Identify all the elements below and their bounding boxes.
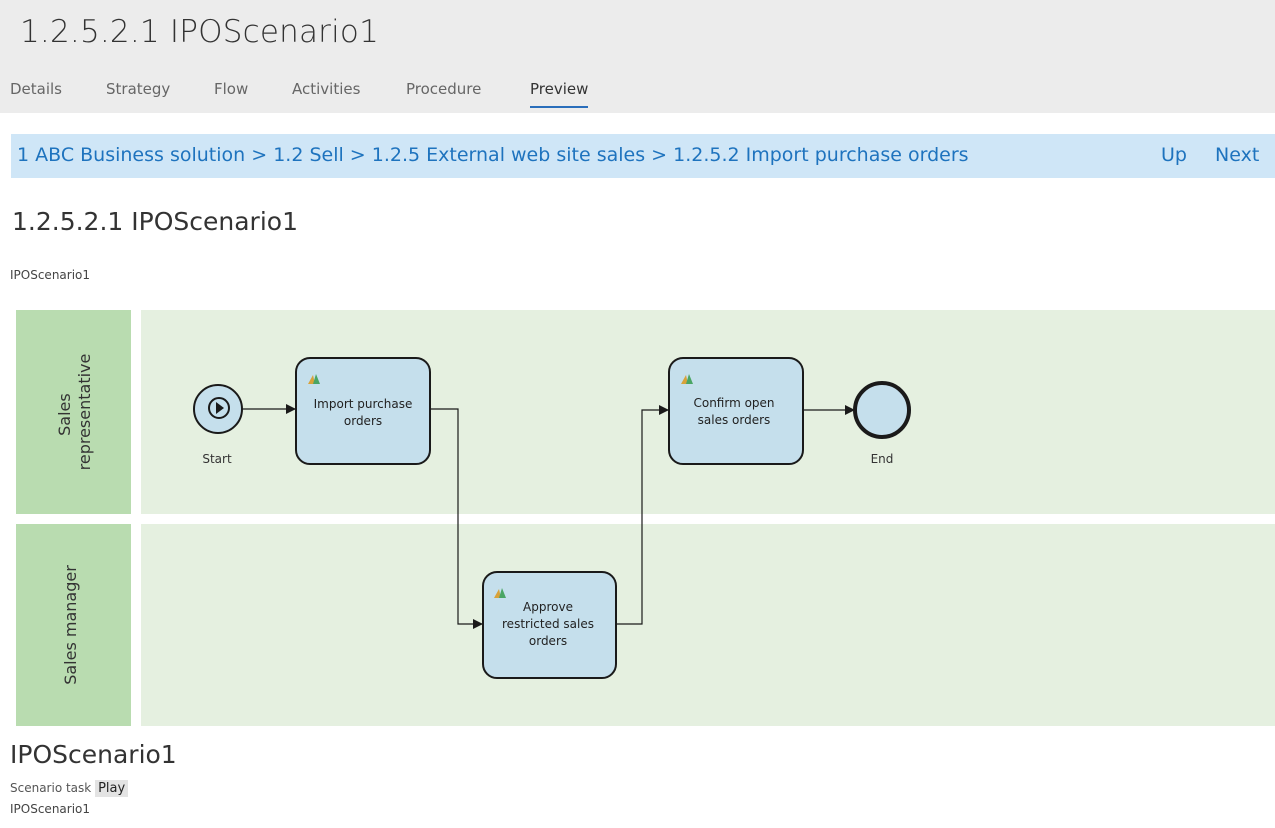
task-label: orders xyxy=(529,634,567,648)
scenario-task-line: Scenario task Play xyxy=(10,780,129,797)
tab-procedure[interactable]: Procedure xyxy=(406,80,481,106)
end-label: End xyxy=(871,452,894,466)
process-diagram: Sales representative Sales manager Start… xyxy=(16,310,1275,726)
task-label: restricted sales xyxy=(502,617,594,631)
task-label: Approve xyxy=(523,600,573,614)
page-title: 1.2.5.2.1 IPOScenario1 xyxy=(20,14,380,50)
task-label: sales orders xyxy=(698,413,771,427)
tab-preview[interactable]: Preview xyxy=(530,80,589,108)
task-approve-restricted-sales-orders[interactable]: Approve restricted sales orders xyxy=(482,571,617,679)
section-heading: 1.2.5.2.1 IPOScenario1 xyxy=(12,207,298,236)
scenario-title: IPOScenario1 xyxy=(10,740,177,769)
scenario-id: IPOScenario1 xyxy=(10,802,91,816)
section-description: IPOScenario1 xyxy=(10,268,91,282)
task-import-purchase-orders[interactable]: Import purchase orders xyxy=(295,357,431,465)
breadcrumb-bar: 1 ABC Business solution > 1.2 Sell > 1.2… xyxy=(11,134,1275,178)
tab-details[interactable]: Details xyxy=(10,80,62,106)
task-label: Import purchase xyxy=(314,397,413,411)
next-link[interactable]: Next xyxy=(1215,144,1259,166)
start-label: Start xyxy=(202,452,232,466)
tab-activities[interactable]: Activities xyxy=(292,80,360,106)
up-link[interactable]: Up xyxy=(1161,144,1187,166)
tab-strategy[interactable]: Strategy xyxy=(106,80,170,106)
play-button[interactable]: Play xyxy=(95,780,129,797)
tab-flow[interactable]: Flow xyxy=(214,80,248,106)
scenario-task-label: Scenario task xyxy=(10,781,92,795)
header: 1.2.5.2.1 IPOScenario1 Details Strategy … xyxy=(0,0,1275,113)
start-event[interactable] xyxy=(193,384,243,434)
breadcrumb[interactable]: 1 ABC Business solution > 1.2 Sell > 1.2… xyxy=(17,144,969,166)
lane-label-sales-manager: Sales manager xyxy=(61,565,80,685)
task-confirm-open-sales-orders[interactable]: Confirm open sales orders xyxy=(668,357,804,465)
lane-body-sales-manager xyxy=(141,524,1275,726)
end-event[interactable] xyxy=(853,381,911,439)
task-label: Confirm open xyxy=(693,396,774,410)
task-label: orders xyxy=(344,414,382,428)
